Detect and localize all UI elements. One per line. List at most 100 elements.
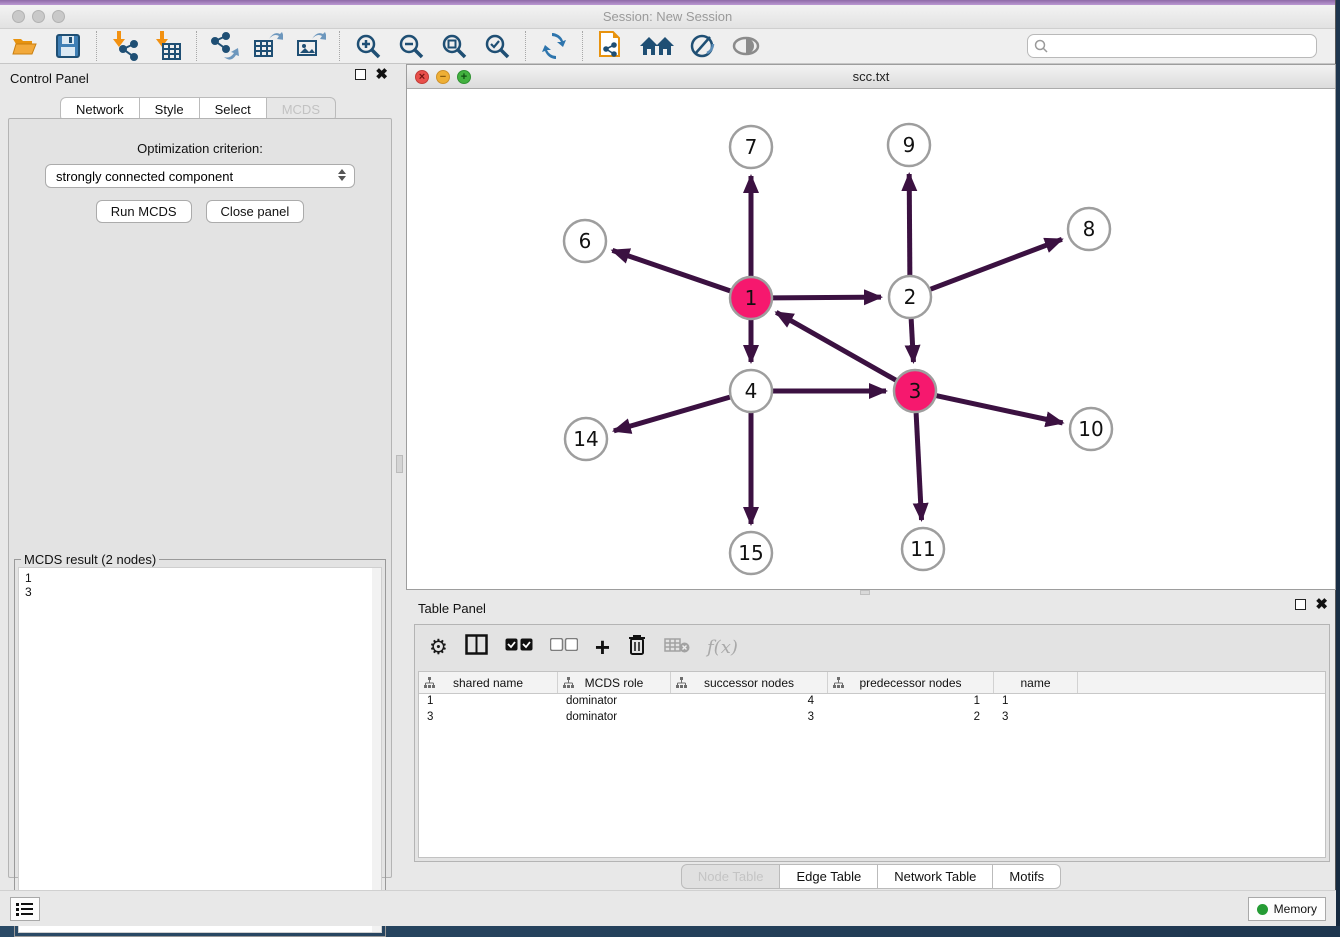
fit-content-icon[interactable] xyxy=(439,31,469,61)
toolbar-separator xyxy=(525,31,526,61)
tab-edge-table[interactable]: Edge Table xyxy=(780,864,878,889)
table-settings-gear-icon[interactable]: ⚙ xyxy=(429,635,448,659)
zoom-out-icon[interactable] xyxy=(396,31,426,61)
apply-layout-icon[interactable] xyxy=(539,31,569,61)
close-table-panel-icon[interactable]: ✖ xyxy=(1315,599,1328,610)
svg-text:3: 3 xyxy=(909,379,922,403)
result-scrollbar[interactable] xyxy=(372,568,381,932)
mcds-result-textarea[interactable]: 1 3 xyxy=(18,567,382,933)
column-header-shared-name[interactable]: shared name xyxy=(419,672,558,693)
svg-text:10: 10 xyxy=(1078,417,1103,441)
network-window-titlebar[interactable]: × − + scc.txt xyxy=(407,65,1335,89)
edge-2-3[interactable] xyxy=(911,319,913,362)
graph-node-3[interactable]: 3 xyxy=(894,370,936,412)
home-networks-icon[interactable] xyxy=(639,31,675,61)
delete-column-icon[interactable] xyxy=(627,633,647,661)
vertical-splitter-handle[interactable] xyxy=(396,455,403,473)
network-canvas[interactable]: 7 9 6 8 1 2 4 3 14 10 15 11 xyxy=(407,89,1335,589)
graph-node-9[interactable]: 9 xyxy=(888,124,930,166)
table-header-row: shared nameMCDS rolesuccessor nodesprede… xyxy=(419,672,1325,694)
zoom-selected-icon[interactable] xyxy=(482,31,512,61)
delete-table-icon xyxy=(664,637,690,658)
edge-3-10[interactable] xyxy=(937,396,1063,423)
titlebar[interactable]: Session: New Session xyxy=(0,5,1335,29)
graph-node-11[interactable]: 11 xyxy=(902,528,944,570)
column-header-name[interactable]: name xyxy=(994,672,1078,693)
import-table-icon[interactable] xyxy=(153,31,183,61)
export-network-icon[interactable] xyxy=(210,31,240,61)
table-cell[interactable]: dominator xyxy=(558,710,671,726)
memory-button[interactable]: Memory xyxy=(1248,897,1326,921)
task-history-button[interactable] xyxy=(10,897,40,921)
edge-3-1[interactable] xyxy=(776,312,896,380)
graph-node-2[interactable]: 2 xyxy=(889,276,931,318)
float-panel-icon[interactable] xyxy=(355,69,366,80)
tab-node-table[interactable]: Node Table xyxy=(681,864,781,889)
column-header-MCDS-role[interactable]: MCDS role xyxy=(558,672,671,693)
open-session-icon[interactable] xyxy=(10,31,40,61)
optimization-criterion-label: Optimization criterion: xyxy=(9,141,391,156)
horizontal-splitter-handle[interactable] xyxy=(860,590,870,595)
table-cell[interactable]: 3 xyxy=(671,710,828,726)
select-all-icon[interactable] xyxy=(505,638,533,656)
export-image-icon[interactable] xyxy=(296,31,326,61)
table-cell[interactable]: 3 xyxy=(419,710,558,726)
control-panel: Control Panel ✖ Network Style Select MCD… xyxy=(0,66,396,882)
edge-1-2[interactable] xyxy=(773,297,881,298)
graph-node-1[interactable]: 1 xyxy=(730,277,772,319)
node-table[interactable]: shared nameMCDS rolesuccessor nodesprede… xyxy=(418,671,1326,858)
table-cell[interactable]: 1 xyxy=(994,694,1078,710)
table-cell[interactable]: 3 xyxy=(994,710,1078,726)
duplicate-network-icon[interactable] xyxy=(596,31,626,61)
show-columns-icon[interactable] xyxy=(465,634,488,660)
search-input[interactable] xyxy=(1027,34,1317,58)
table-cell[interactable]: 2 xyxy=(828,710,994,726)
table-cell[interactable]: 1 xyxy=(419,694,558,710)
graph-node-8[interactable]: 8 xyxy=(1068,208,1110,250)
network-view-window: × − + scc.txt 7 9 6 8 1 2 4 3 14 10 15 11 xyxy=(406,64,1336,590)
graph-node-15[interactable]: 15 xyxy=(730,532,772,574)
close-panel-icon[interactable]: ✖ xyxy=(375,69,388,80)
column-header-predecessor-nodes[interactable]: predecessor nodes xyxy=(828,672,994,693)
graph-node-4[interactable]: 4 xyxy=(730,370,772,412)
edge-4-14[interactable] xyxy=(614,397,730,431)
zoom-in-icon[interactable] xyxy=(353,31,383,61)
import-network-icon[interactable] xyxy=(110,31,140,61)
table-row[interactable]: 3dominator323 xyxy=(419,710,1325,726)
edge-3-11[interactable] xyxy=(916,413,921,520)
tab-motifs[interactable]: Motifs xyxy=(993,864,1061,889)
graph-node-6[interactable]: 6 xyxy=(564,220,606,262)
toggle-graphics-details-icon[interactable] xyxy=(688,31,718,61)
criterion-select[interactable]: strongly connected component xyxy=(45,164,355,188)
tab-network-table[interactable]: Network Table xyxy=(878,864,993,889)
table-cell[interactable]: 4 xyxy=(671,694,828,710)
deselect-all-icon[interactable] xyxy=(550,638,578,656)
run-mcds-button[interactable]: Run MCDS xyxy=(96,200,192,223)
function-builder-icon: f(x) xyxy=(707,637,738,658)
edge-1-6[interactable] xyxy=(612,250,730,290)
control-panel-title: Control Panel xyxy=(10,71,89,86)
float-table-panel-icon[interactable] xyxy=(1295,599,1306,610)
svg-text:2: 2 xyxy=(904,285,917,309)
add-column-icon[interactable]: + xyxy=(595,637,610,657)
graph-node-10[interactable]: 10 xyxy=(1070,408,1112,450)
table-row[interactable]: 1dominator411 xyxy=(419,694,1325,710)
close-panel-button[interactable]: Close panel xyxy=(206,200,305,223)
search-field-wrap xyxy=(1027,34,1317,58)
svg-text:9: 9 xyxy=(903,133,916,157)
table-cell[interactable]: dominator xyxy=(558,694,671,710)
column-header-successor-nodes[interactable]: successor nodes xyxy=(671,672,828,693)
export-table-icon[interactable] xyxy=(253,31,283,61)
svg-text:4: 4 xyxy=(745,379,758,403)
edge-2-9[interactable] xyxy=(909,174,910,275)
edge-2-8[interactable] xyxy=(931,239,1062,289)
toolbar-separator xyxy=(582,31,583,61)
show-hide-icon[interactable] xyxy=(731,31,761,61)
graph-node-14[interactable]: 14 xyxy=(565,418,607,460)
network-graph-svg[interactable]: 7 9 6 8 1 2 4 3 14 10 15 11 xyxy=(407,89,1335,589)
graph-node-7[interactable]: 7 xyxy=(730,126,772,168)
svg-text:11: 11 xyxy=(910,537,935,561)
table-cell[interactable]: 1 xyxy=(828,694,994,710)
svg-text:14: 14 xyxy=(573,427,598,451)
save-session-icon[interactable] xyxy=(53,31,83,61)
